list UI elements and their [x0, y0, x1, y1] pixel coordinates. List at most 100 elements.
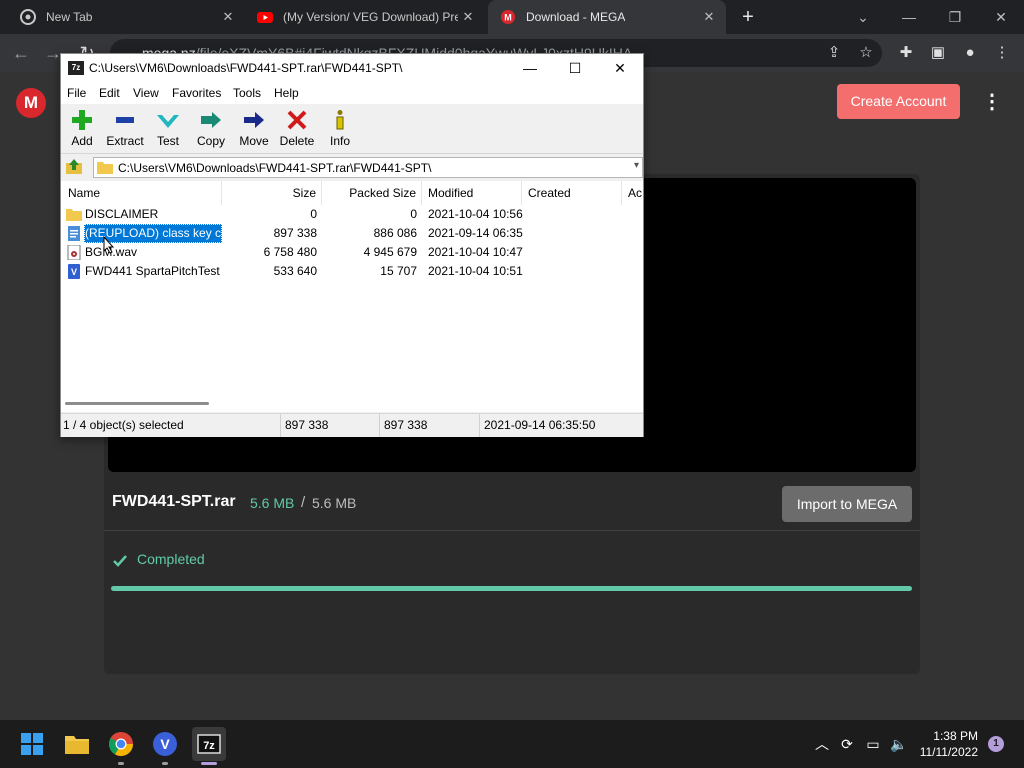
svg-text:V: V [160, 736, 170, 752]
tab-new-tab[interactable]: New Tab ✕ [0, 0, 245, 34]
side-panel-icon[interactable]: ▣ [928, 43, 948, 63]
7zip-active-indicator [201, 762, 217, 765]
minus-icon [116, 117, 134, 123]
file-row[interactable]: V FWD441 SpartaPitchTest... 533 640 15 7… [61, 262, 643, 281]
add-button[interactable]: Add [59, 107, 105, 151]
path-input[interactable]: C:\Users\VM6\Downloads\FWD441-SPT.rar\FW… [93, 157, 643, 178]
column-header-name[interactable]: Name [61, 181, 222, 205]
import-to-mega-button[interactable]: Import to MEGA [782, 486, 912, 522]
extract-button[interactable]: Extract [102, 107, 148, 151]
column-header-created[interactable]: Created [522, 181, 622, 205]
delete-button[interactable]: Delete [274, 107, 320, 151]
vegas-icon[interactable]: V [149, 728, 181, 760]
bookmark-star-icon[interactable]: ☆ [856, 43, 876, 63]
menu-help[interactable]: Help [274, 86, 299, 100]
folder-icon [66, 209, 82, 221]
file-size-cell: 6 758 480 [263, 245, 317, 259]
selected-packed-size: 897 338 [379, 414, 479, 437]
copy-button[interactable]: Copy [188, 107, 234, 151]
add-label: Add [71, 134, 93, 148]
svg-text:7z: 7z [203, 740, 215, 752]
file-size-cell: 897 338 [273, 226, 317, 240]
chevron-down-icon[interactable]: ▾ [634, 160, 639, 171]
minimize-icon[interactable]: — [507, 54, 553, 82]
extensions-icon[interactable]: ✚ [896, 43, 916, 63]
7zip-toolbar: Add Extract Test Copy Move Delete Info [61, 104, 643, 154]
close-tab-icon[interactable]: ✕ [219, 8, 237, 26]
7zip-taskbar-button[interactable]: 7z [192, 727, 226, 761]
taskbar-clock[interactable]: 1:38 PM 11/11/2022 [912, 728, 978, 760]
column-header-modified[interactable]: Modified [422, 181, 522, 205]
7zip-icon: 7z [197, 734, 221, 754]
new-tab-button[interactable]: + [738, 7, 758, 27]
downloaded-size: 5.6 MB [250, 495, 295, 511]
clock-time: 1:38 PM [933, 729, 978, 743]
tab-title: Download - MEGA [526, 10, 626, 24]
close-tab-icon[interactable]: ✕ [459, 8, 477, 26]
file-packed-cell: 15 707 [380, 264, 417, 278]
up-folder-icon[interactable] [65, 158, 83, 176]
menu-favorites[interactable]: Favorites [172, 86, 221, 100]
download-status: Completed [137, 551, 205, 567]
maximize-icon[interactable]: ☐ [552, 54, 598, 82]
file-size-cell: 0 [310, 207, 317, 221]
file-packed-cell: 0 [410, 207, 417, 221]
column-header-packed-size[interactable]: Packed Size [322, 181, 422, 205]
minimize-icon[interactable]: — [896, 4, 922, 30]
chevron-up-icon[interactable]: ︿ [812, 734, 832, 754]
menu-tools[interactable]: Tools [233, 86, 261, 100]
test-button[interactable]: Test [145, 107, 191, 151]
file-modified-cell: 2021-10-04 10:47 [428, 245, 523, 259]
chrome-icon[interactable] [105, 728, 137, 760]
info-button[interactable]: Info [317, 107, 363, 151]
info-label: Info [329, 134, 350, 148]
chrome-favicon-icon [20, 9, 36, 25]
column-header-size[interactable]: Size [222, 181, 322, 205]
tab-mega-download[interactable]: M Download - MEGA ✕ [488, 0, 726, 34]
close-window-icon[interactable]: ✕ [597, 54, 643, 82]
7zip-title-bar[interactable]: 7z C:\Users\VM6\Downloads\FWD441-SPT.rar… [61, 54, 643, 82]
more-menu-icon[interactable]: ⋮ [982, 90, 1002, 114]
tab-youtube[interactable]: (My Version/ VEG Download) Pre ✕ [245, 0, 485, 34]
7zip-window-title: C:\Users\VM6\Downloads\FWD441-SPT.rar\FW… [89, 61, 403, 75]
selected-modified: 2021-09-14 06:35:50 [479, 414, 643, 437]
file-row[interactable]: BGM.wav 6 758 480 4 945 679 2021-10-04 1… [61, 243, 643, 262]
volume-icon[interactable]: 🔈 [889, 734, 909, 754]
horizontal-scrollbar[interactable] [65, 402, 209, 405]
windows-start-icon[interactable] [16, 728, 48, 760]
menu-file[interactable]: File [67, 86, 86, 100]
chrome-menu-icon[interactable]: ⋮ [992, 43, 1012, 63]
file-modified-cell: 2021-10-04 10:51 [428, 264, 523, 278]
extract-label: Extract [106, 134, 144, 148]
7zip-address-bar: C:\Users\VM6\Downloads\FWD441-SPT.rar\FW… [61, 155, 643, 180]
file-list[interactable]: Name Size Packed Size Modified Created A… [61, 181, 643, 412]
file-name-cell: DISCLAIMER [85, 207, 159, 221]
file-row[interactable]: DISCLAIMER 0 0 2021-10-04 10:56 [61, 205, 643, 224]
delete-label: Delete [279, 134, 315, 148]
column-header-attributes[interactable]: Ac [622, 181, 643, 205]
sync-icon[interactable]: ⟳ [837, 734, 857, 754]
copy-label: Copy [196, 134, 225, 148]
network-icon[interactable]: ▭ [863, 734, 883, 754]
file-explorer-icon[interactable] [61, 728, 93, 760]
back-arrow-icon[interactable]: ← [8, 40, 34, 66]
file-row[interactable]: (REUPLOAD) class key c... 897 338 886 08… [61, 224, 643, 243]
menu-view[interactable]: View [133, 86, 159, 100]
close-tab-icon[interactable]: ✕ [700, 8, 718, 26]
file-name-cell: FWD441 SpartaPitchTest... [85, 264, 220, 278]
chrome-running-indicator [118, 762, 124, 765]
share-icon[interactable]: ⇪ [824, 43, 844, 63]
close-window-icon[interactable]: ✕ [988, 4, 1014, 30]
profile-icon[interactable]: ● [960, 43, 980, 63]
tab-search-icon[interactable]: ⌄ [850, 4, 876, 30]
svg-text:V: V [71, 267, 77, 277]
browser-tab-strip: New Tab ✕ (My Version/ VEG Download) Pre… [0, 0, 1024, 34]
menu-edit[interactable]: Edit [99, 86, 120, 100]
move-button[interactable]: Move [231, 107, 277, 151]
mega-logo[interactable]: M [16, 88, 46, 118]
test-label: Test [156, 134, 179, 148]
notification-badge[interactable]: 1 [988, 736, 1004, 752]
check-icon [157, 115, 179, 128]
restore-icon[interactable]: ❐ [942, 4, 968, 30]
create-account-button[interactable]: Create Account [837, 84, 960, 119]
